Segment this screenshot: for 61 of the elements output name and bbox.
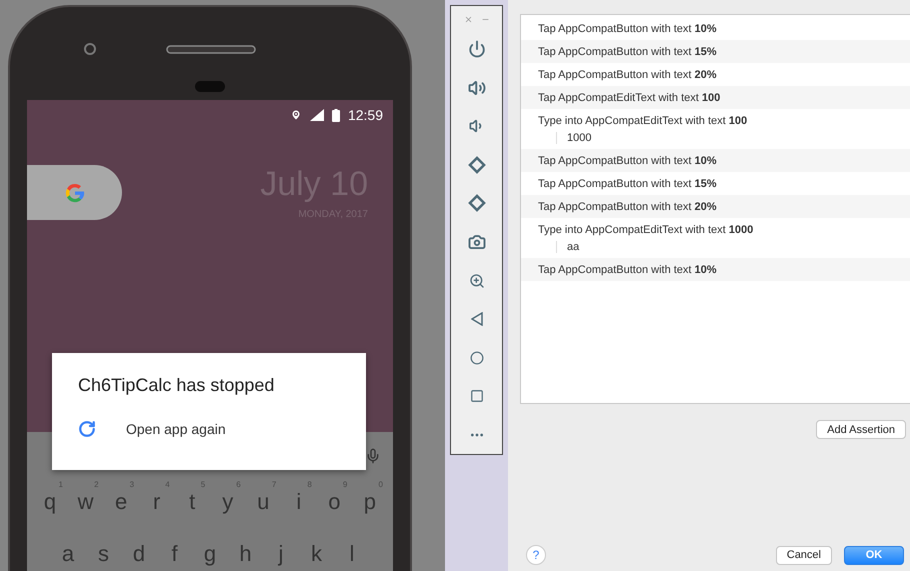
keyboard-key[interactable]: f <box>171 542 178 566</box>
signal-icon <box>310 109 324 121</box>
front-camera-icon <box>84 43 96 55</box>
keyboard-key[interactable]: u <box>257 490 270 514</box>
add-assertion-button[interactable]: Add Assertion <box>816 420 906 439</box>
keyboard-key[interactable]: j <box>278 542 284 566</box>
open-app-again-button[interactable]: Open app again <box>78 420 340 438</box>
event-text: Tap AppCompatButton with text 15% <box>538 46 718 58</box>
keyboard-key[interactable]: g <box>204 542 216 566</box>
event-text: Tap AppCompatButton with text 10% <box>538 264 718 276</box>
rotate-right-icon[interactable] <box>466 193 486 214</box>
event-text: Tap AppCompatButton with text 10% <box>538 23 718 35</box>
event-text: Tap AppCompatButton with text 20% <box>538 201 718 213</box>
volume-up-icon[interactable] <box>468 78 486 97</box>
home-icon[interactable] <box>470 350 484 365</box>
typed-value: 1000 <box>556 132 893 144</box>
ok-button[interactable]: OK <box>844 546 904 564</box>
rotate-left-icon[interactable] <box>466 154 486 175</box>
help-button[interactable]: ? <box>526 545 546 565</box>
event-text: Tap AppCompatEditText with text 100 <box>538 92 722 104</box>
keyboard-key[interactable]: h <box>239 542 252 566</box>
power-icon[interactable] <box>468 40 486 58</box>
search-widget[interactable] <box>27 165 122 220</box>
event-row[interactable]: Tap AppCompatButton with text 15% <box>521 40 910 63</box>
keyboard-key[interactable]: d <box>132 542 146 566</box>
event-row[interactable]: Tap AppCompatButton with text 10% <box>521 258 910 281</box>
event-text: Type into AppCompatEditText with text 1000 <box>538 224 754 236</box>
keyboard-key[interactable]: l <box>350 542 354 566</box>
location-icon <box>290 109 302 121</box>
event-row[interactable]: Tap AppCompatEditText with text 100 <box>521 86 910 109</box>
event-row[interactable]: Tap AppCompatButton with text 10% <box>521 149 910 172</box>
event-text: Tap AppCompatButton with text 10% <box>538 155 718 167</box>
event-text: Tap AppCompatButton with text 15% <box>538 178 718 190</box>
event-text: Tap AppCompatButton with text 20% <box>538 69 718 81</box>
refresh-icon <box>78 420 96 438</box>
event-text: Type into AppCompatEditText with text 100 <box>538 115 748 127</box>
cancel-button[interactable]: Cancel <box>776 546 832 564</box>
battery-icon <box>332 108 340 122</box>
keyboard-key[interactable]: s <box>98 542 109 566</box>
keyboard-key[interactable]: r <box>152 490 160 514</box>
clock-time: 12:59 <box>348 107 383 123</box>
overview-icon[interactable] <box>470 389 484 404</box>
keyboard-key[interactable]: q <box>44 490 56 514</box>
keyboard-key[interactable]: t <box>189 490 196 514</box>
event-row[interactable]: Tap AppCompatButton with text 20% <box>521 195 910 218</box>
keyboard-key[interactable]: i <box>296 490 302 514</box>
keyboard-key[interactable]: a <box>62 542 74 566</box>
dialog-title: Ch6TipCalc has stopped <box>78 375 276 396</box>
typed-value: aa <box>556 241 893 253</box>
keyboard-key[interactable]: w <box>78 490 94 514</box>
keyboard-key[interactable]: o <box>328 490 340 514</box>
keyboard-key[interactable]: k <box>311 542 322 566</box>
keyboard-key[interactable]: p <box>364 490 376 514</box>
camera-icon[interactable] <box>468 232 486 251</box>
zoom-in-icon[interactable] <box>468 272 484 289</box>
back-icon[interactable] <box>470 312 482 326</box>
microphone-icon[interactable] <box>365 448 381 464</box>
keyboard-key[interactable]: y <box>222 490 234 514</box>
keyboard-key[interactable]: e <box>114 490 128 514</box>
speaker-grille-icon <box>166 44 256 54</box>
earpiece-icon <box>195 81 225 92</box>
